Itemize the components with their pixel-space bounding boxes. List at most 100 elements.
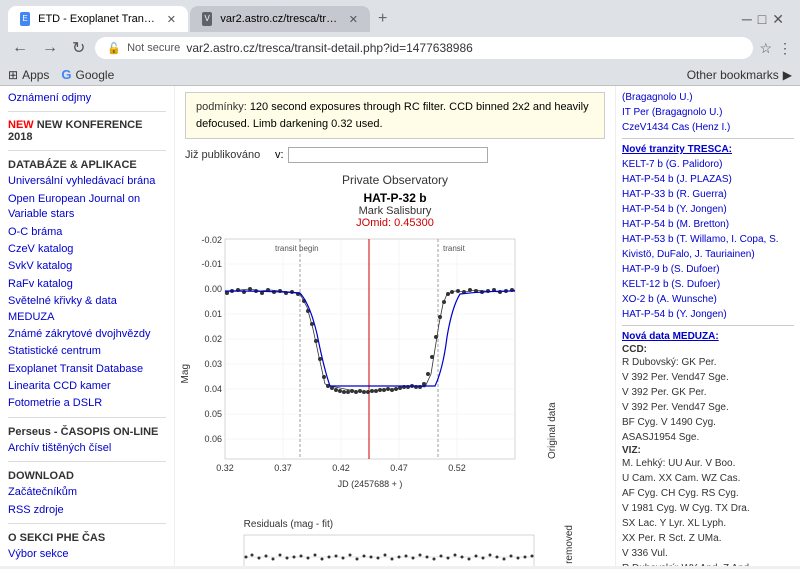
tresca-link-kelt7[interactable]: KELT-7 b (G. Palidoro) — [622, 157, 794, 172]
new-badge: NEW — [8, 119, 37, 131]
svg-text:0.52: 0.52 — [448, 463, 466, 473]
right-link-bragagnolo1[interactable]: (Bragagnolo U.) — [622, 90, 794, 105]
google-icon: G — [61, 67, 71, 82]
chart-jomid: JOmid: 0.45300 — [175, 217, 615, 229]
svg-text:0.32: 0.32 — [216, 463, 234, 473]
pub-input[interactable] — [288, 147, 488, 163]
sidebar-link-openeuropean[interactable]: Open European Journal on Variable stars — [0, 191, 174, 224]
sidebar-link-linearita[interactable]: Linearita CCD kamer — [0, 378, 174, 395]
sidebar-link-czev[interactable]: CzeV katalog — [0, 241, 174, 258]
tresca-link-hatp54-1[interactable]: HAT-P-54 b (J. PLAZAS) — [622, 172, 794, 187]
pub-v-label: v: — [275, 149, 284, 161]
sidebar-link-svkv[interactable]: SvkV katalog — [0, 258, 174, 275]
sidebar-link-oc[interactable]: O-C bráma — [0, 224, 174, 241]
minimize-button[interactable]: ─ — [742, 11, 752, 27]
svg-text:0.04: 0.04 — [204, 384, 222, 394]
svg-text:0.01: 0.01 — [204, 309, 222, 319]
bookmarks-other[interactable]: Other bookmarks ▶ — [687, 68, 792, 82]
sidebar-link-zakrytove[interactable]: Známé zákrytové dvojhvězdy — [0, 326, 174, 343]
ccd-item-3: V 392 Per. Vend47 Sge. — [622, 400, 794, 415]
other-bookmarks-label: Other bookmarks — [687, 68, 779, 82]
tab-etd[interactable]: E ETD - Exoplanet Transit Database ✕ — [8, 6, 188, 32]
tresca-link-kelt12[interactable]: KELT-12 b (S. Dufoer) — [622, 277, 794, 292]
title-bar: E ETD - Exoplanet Transit Database ✕ V v… — [0, 0, 800, 32]
sidebar-link-fotometrie[interactable]: Fotometrie a DSLR — [0, 395, 174, 412]
ccd-item-4: BF Cyg. V 1490 Cyg. — [622, 415, 794, 430]
browser-menu[interactable]: ⋮ — [778, 40, 792, 57]
viz-item-6: V 336 Vul. — [622, 546, 794, 561]
viz-item-4: SX Lac. Y Lyr. XL Lyph. — [622, 516, 794, 531]
page-content: Oznámení odjmy NEW NEW KONFERENCE 2018 D… — [0, 86, 800, 566]
databaze-title: DATABÁZE & APLIKACE — [0, 155, 174, 173]
residuals-svg — [214, 530, 544, 566]
svg-text:0.06: 0.06 — [204, 434, 222, 444]
sidebar-link-rss[interactable]: RSS zdroje — [0, 502, 174, 519]
close-button[interactable]: ✕ — [772, 11, 784, 28]
sidebar-section-perseus: Perseus - ČASOPIS ON-LINE Archív tištěný… — [0, 422, 174, 457]
viz-item-3: V 1981 Cyg. W Cyg. TX Dra. — [622, 501, 794, 516]
sidebar-link-archiv[interactable]: Archív tištěných čísel — [0, 440, 174, 457]
top-link[interactable]: Oznámení odjmy — [0, 90, 174, 107]
bookmarks-google[interactable]: G Google — [61, 67, 114, 82]
y-axis-right-label: Original data — [525, 239, 580, 459]
y-axis-label-left: Mag — [180, 364, 191, 383]
right-link-it-per[interactable]: IT Per (Bragagnolo U.) — [622, 105, 794, 120]
restore-button[interactable]: □ — [758, 11, 766, 27]
svg-text:0.05: 0.05 — [204, 409, 222, 419]
tresca-link-hatp54-3[interactable]: HAT-P-54 b (M. Bretton) — [622, 217, 794, 232]
sidebar-link-statisticke[interactable]: Statistické centrum — [0, 343, 174, 360]
tresca-section-title[interactable]: Nové tranzity TRESCA: — [622, 142, 794, 157]
back-button[interactable]: ← — [8, 37, 32, 59]
apps-label: Apps — [22, 68, 49, 82]
reload-button[interactable]: ↻ — [68, 36, 89, 60]
sidebar-link-meduza[interactable]: Světelné křivky & data MEDUZA — [0, 293, 174, 326]
chart-container: Private Observatory HAT-P-32 b Mark Sali… — [175, 165, 615, 566]
forward-button[interactable]: → — [38, 37, 62, 59]
viz-item-5: XX Per. R Sct. Z UMa. — [622, 531, 794, 546]
sidebar-section-download: DOWNLOAD Začátečníkům RSS zdroje — [0, 466, 174, 519]
sidebar-link-promenarske[interactable]: Proměnářské akce — [0, 563, 174, 566]
tresca-link-xo2[interactable]: XO-2 b (A. Wunsche) — [622, 292, 794, 307]
viz-item-7: R Dubovský: WY And. Z And. — [622, 561, 794, 566]
address-bar[interactable]: 🔓 Not secure var2.astro.cz/tresca/transi… — [95, 37, 753, 59]
tab-close-tresca[interactable]: ✕ — [349, 13, 358, 26]
bookmarks-bar: ⊞ Apps G Google Other bookmarks ▶ — [0, 64, 800, 86]
main-chart-svg: -0.02 -0.01 0.00 0.01 0.02 0.03 0.04 0.0… — [195, 229, 525, 519]
svg-text:0.00: 0.00 — [204, 284, 222, 294]
sidebar-link-vybor[interactable]: Výbor sekce — [0, 546, 174, 563]
apps-icon: ⊞ — [8, 68, 18, 82]
sidebar-link-zacatecnikum[interactable]: Začátečníkům — [0, 484, 174, 501]
sidebar-link-vyhledavaci[interactable]: Universální vyhledávací brána — [0, 173, 174, 190]
main-content: podmínky: 120 second exposures through R… — [175, 86, 615, 566]
svg-text:-0.02: -0.02 — [201, 235, 222, 245]
download-title: DOWNLOAD — [0, 466, 174, 484]
tresca-link-hatp53[interactable]: HAT-P-53 b (T. Willamo, I. Copa, S. Kivi… — [622, 232, 794, 262]
tresca-link-hatp54-2[interactable]: HAT-P-54 b (Y. Jongen) — [622, 202, 794, 217]
security-label: Not secure — [127, 42, 180, 54]
chart-wrap: Mag — [175, 229, 615, 519]
bookmarks-apps[interactable]: ⊞ Apps — [8, 68, 49, 82]
svg-text:JD (2457688 + ): JD (2457688 + ) — [338, 479, 403, 489]
sidebar-link-etd[interactable]: Exoplanet Transit Database — [0, 361, 174, 378]
address-text: var2.astro.cz/tresca/transit-detail.php?… — [186, 41, 473, 55]
konference-header: NEW NEW KONFERENCE 2018 — [0, 116, 174, 146]
left-sidebar: Oznámení odjmy NEW NEW KONFERENCE 2018 D… — [0, 86, 175, 566]
new-tab-button[interactable]: + — [372, 10, 393, 28]
tab-tresca[interactable]: V var2.astro.cz/tresca/transit-deta... ✕ — [190, 6, 370, 32]
bookmark-star[interactable]: ☆ — [759, 40, 772, 57]
tresca-link-hatp54-4[interactable]: HAT-P-54 b (Y. Jongen) — [622, 307, 794, 322]
viz-item-0: M. Lehký: UU Aur. V Boo. — [622, 456, 794, 471]
ccd-item-1: V 392 Per. Vend47 Sge. — [622, 370, 794, 385]
pub-label: Již publikováno — [185, 149, 275, 161]
right-link-czev1434[interactable]: CzeV1434 Cas (Henz I.) — [622, 120, 794, 135]
tab-close-etd[interactable]: ✕ — [167, 13, 176, 26]
meduza-section-title[interactable]: Nová data MEDUZA: — [622, 329, 794, 344]
svg-text:0.02: 0.02 — [204, 334, 222, 344]
conditions-text: 120 second exposures through RC filter. … — [196, 101, 589, 130]
svg-text:0.47: 0.47 — [390, 463, 408, 473]
y-axis-right2-label: Trend removed — [564, 525, 575, 566]
sidebar-link-rafv[interactable]: RaFv katalog — [0, 276, 174, 293]
tresca-link-hatp9[interactable]: HAT-P-9 b (S. Dufoer) — [622, 262, 794, 277]
tresca-link-hatp33[interactable]: HAT-P-33 b (R. Guerra) — [622, 187, 794, 202]
conditions-label: podmínky: — [196, 101, 247, 113]
